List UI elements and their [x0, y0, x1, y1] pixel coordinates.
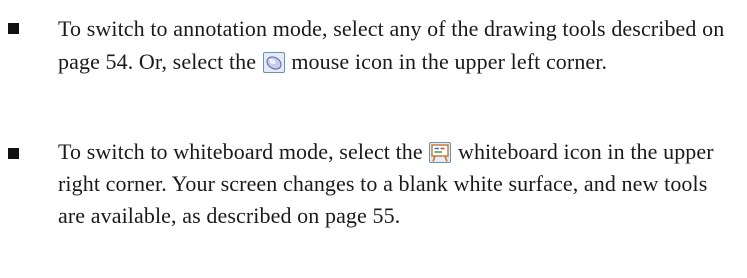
list-item-text: To switch to annotation mode, select any… [58, 12, 738, 78]
text-after-icon: mouse icon in the upper left corner. [285, 49, 608, 74]
bullet-marker [8, 23, 19, 34]
bullet-list: To switch to annotation mode, select any… [0, 0, 747, 278]
text-before-icon: To switch to whiteboard mode, select the [58, 139, 429, 164]
mouse-icon [262, 52, 285, 73]
list-item-text: To switch to whiteboard mode, select the… [58, 136, 738, 232]
whiteboard-icon [429, 142, 452, 163]
bullet-marker [8, 148, 19, 159]
